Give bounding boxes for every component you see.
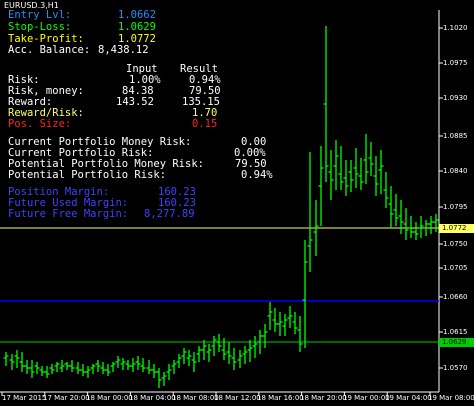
- price-axis-label: 1.0975: [443, 59, 468, 67]
- entry-label: Entry Lvl:: [8, 9, 72, 21]
- pot-risk-label: Potential Portfolio Risk:: [8, 169, 167, 181]
- pot-risk-value: 0.94%: [241, 169, 273, 181]
- price-axis-label: 1.0750: [443, 240, 468, 248]
- price-axis-label: 1.0615: [443, 328, 468, 336]
- time-axis-label: 19 Mar 04:00: [385, 394, 432, 402]
- price-axis-label: 1.0885: [443, 132, 468, 140]
- time-axis-label: 18 Mar 16:00: [257, 394, 304, 402]
- fut-free-margin-label: Future Free Margin:: [8, 208, 129, 220]
- time-axis-label: 18 Mar 12:00: [214, 394, 261, 402]
- price-axis-label: 1.0570: [443, 364, 468, 372]
- time-axis-label: 18 Mar 20:00: [300, 394, 347, 402]
- time-axis-label: 17 Mar 20:00: [43, 394, 90, 402]
- balance-value: 8,438.12: [98, 44, 149, 56]
- price-axis-label: 1.0840: [443, 167, 468, 175]
- time-axis-label: 18 Mar 04:00: [129, 394, 176, 402]
- balance-label: Acc. Balance:: [8, 44, 91, 56]
- fut-free-margin-value: 8,277.89: [144, 208, 195, 220]
- entry-value: 1.0662: [118, 9, 156, 21]
- stoploss-price-tag: 1.0629: [439, 338, 474, 347]
- time-axis-label: 19 Mar 00:00: [343, 394, 390, 402]
- time-axis-label: 17 Mar 2015: [2, 394, 47, 402]
- price-axis-label: 1.0930: [443, 94, 468, 102]
- price-axis-label: 1.0660: [443, 293, 468, 301]
- time-axis-label: 19 Mar 08:00: [428, 394, 474, 402]
- takeprofit-price-tag: 1.0772: [439, 224, 474, 233]
- pos-size-value: 0.15: [192, 118, 218, 130]
- chart-window[interactable]: EURUSD.3,H1 Entry Lvl: 1.0662 Stop-Loss:…: [0, 0, 474, 406]
- stoploss-value: 1.0629: [118, 21, 156, 33]
- price-axis-label: 1.0705: [443, 264, 468, 272]
- pos-size-label: Pos. Size:: [8, 118, 72, 130]
- stoploss-label: Stop-Loss:: [8, 21, 72, 33]
- price-axis-label: 1.0795: [443, 203, 468, 211]
- time-axis-label: 18 Mar 08:00: [172, 394, 219, 402]
- price-axis-label: 1.1020: [443, 24, 468, 32]
- reward-input: 143.52: [116, 96, 154, 108]
- time-axis-label: 18 Mar 00:00: [86, 394, 133, 402]
